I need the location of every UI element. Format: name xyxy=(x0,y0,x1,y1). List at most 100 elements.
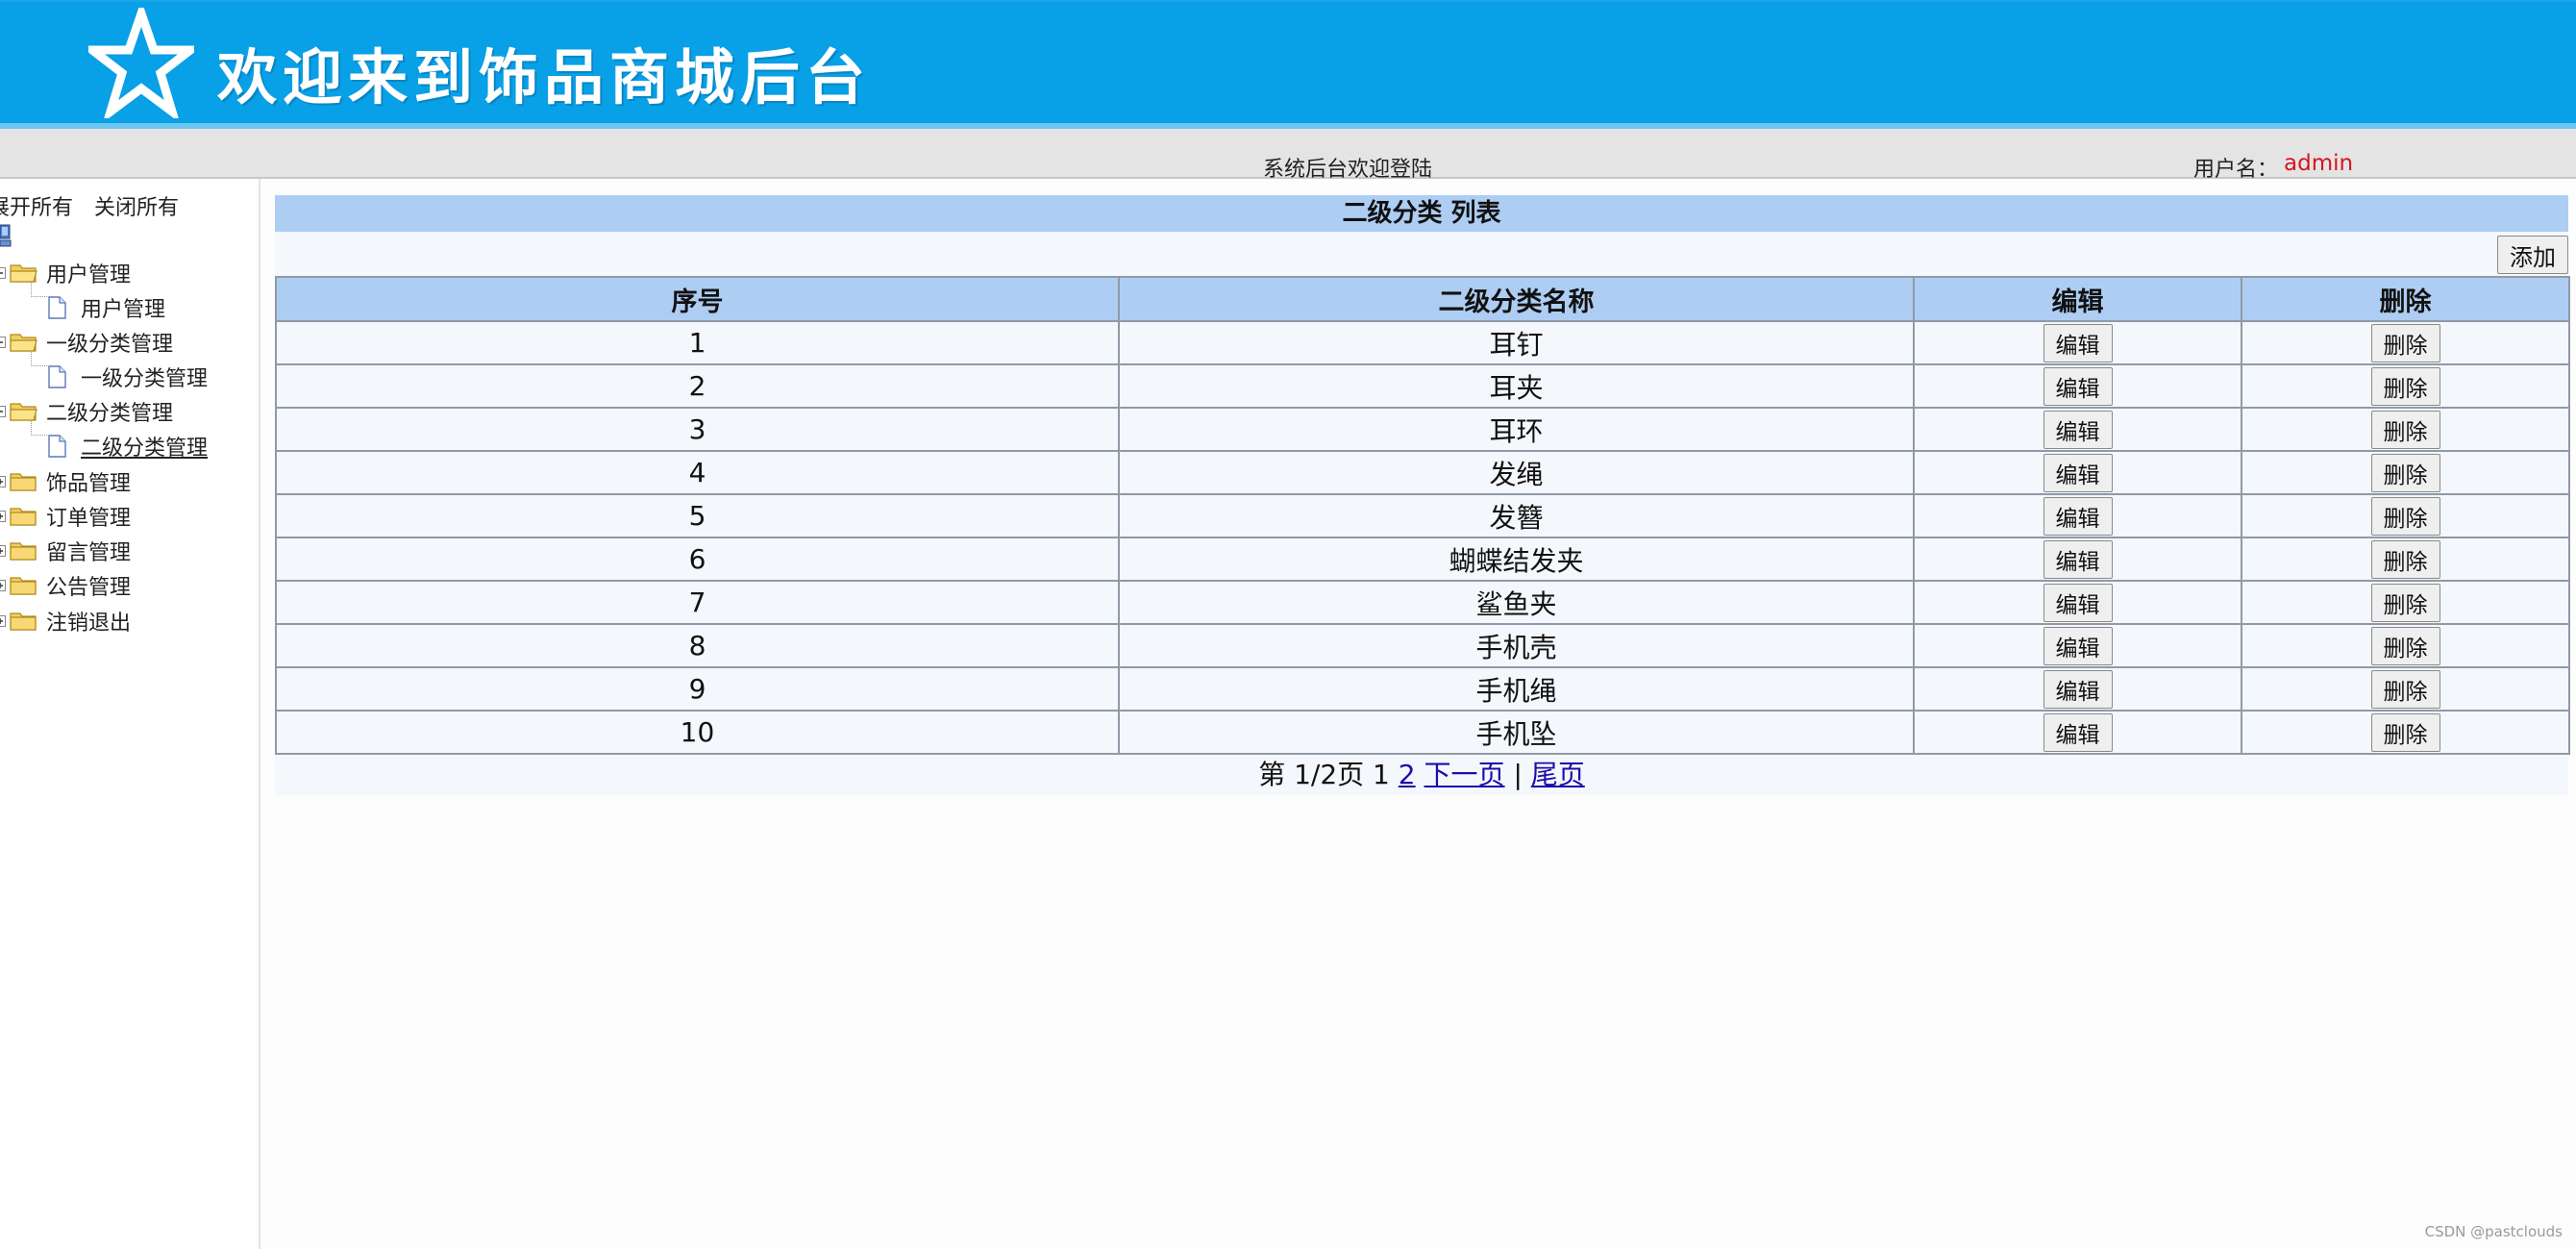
row-index: 10 xyxy=(275,710,1120,755)
add-button[interactable]: 添加 xyxy=(2497,236,2568,274)
edit-button[interactable]: 编辑 xyxy=(2043,453,2113,492)
delete-button[interactable]: 删除 xyxy=(2370,366,2440,406)
row-category-name: 耳钉 xyxy=(1118,320,1915,365)
edit-button[interactable]: 编辑 xyxy=(2043,669,2113,709)
folder-icon xyxy=(10,473,37,491)
page-2-link[interactable]: 2 xyxy=(1399,759,1416,790)
edit-button[interactable]: 编辑 xyxy=(2043,626,2113,665)
folder-icon xyxy=(10,577,37,595)
tree-node-notice-management[interactable]: 公告管理 xyxy=(0,571,131,600)
row-index: 1 xyxy=(275,320,1120,365)
row-category-name: 蝴蝶结发夹 xyxy=(1118,537,1915,582)
column-header-delete: 删除 xyxy=(2241,276,2570,322)
folder-icon xyxy=(10,542,37,561)
delete-button[interactable]: 删除 xyxy=(2370,496,2440,536)
tree-leaf-user-management[interactable]: 用户管理 xyxy=(46,293,165,322)
row-delete-cell: 删除 xyxy=(2241,580,2570,625)
tree-node-label: 注销退出 xyxy=(46,612,132,636)
edit-button[interactable]: 编辑 xyxy=(2043,539,2113,579)
column-header-edit: 编辑 xyxy=(1913,276,2242,322)
row-index: 6 xyxy=(275,537,1120,582)
row-delete-cell: 删除 xyxy=(2241,710,2570,755)
table-row: 10 手机坠 编辑 删除 xyxy=(275,710,2570,755)
table-row: 4 发绳 编辑 删除 xyxy=(275,450,2570,495)
tree-leaf-label: 一级分类管理 xyxy=(81,367,209,391)
expand-all-link[interactable]: 展开所有 xyxy=(0,190,73,221)
delete-button[interactable]: 删除 xyxy=(2370,453,2440,492)
row-index: 5 xyxy=(275,493,1120,538)
table-row: 2 耳夹 编辑 删除 xyxy=(275,363,2570,409)
tree-node-category1-management[interactable]: 一级分类管理 xyxy=(0,328,173,357)
row-category-name: 发簪 xyxy=(1118,493,1915,538)
table-row: 7 鲨鱼夹 编辑 删除 xyxy=(275,580,2570,625)
edit-button[interactable]: 编辑 xyxy=(2043,583,2113,622)
row-delete-cell: 删除 xyxy=(2241,450,2570,495)
tree-connector xyxy=(31,421,47,436)
table-row: 3 耳环 编辑 删除 xyxy=(275,407,2570,452)
collapse-toggle-icon[interactable] xyxy=(0,267,6,279)
star-logo-icon xyxy=(88,8,194,118)
delete-button[interactable]: 删除 xyxy=(2370,669,2440,709)
delete-button[interactable]: 删除 xyxy=(2370,583,2440,622)
row-index: 3 xyxy=(275,407,1120,452)
username-label: 用户名： xyxy=(2193,158,2279,182)
watermark: CSDN @pastclouds xyxy=(2424,1223,2563,1240)
folder-open-icon xyxy=(10,264,37,283)
table-toolbar: 添加 xyxy=(275,232,2568,276)
expand-toggle-icon[interactable] xyxy=(0,580,6,591)
row-edit-cell: 编辑 xyxy=(1913,363,2242,409)
row-delete-cell: 删除 xyxy=(2241,363,2570,409)
column-header-index: 序号 xyxy=(275,276,1120,322)
folder-open-icon xyxy=(10,334,37,352)
edit-button[interactable]: 编辑 xyxy=(2043,410,2113,449)
delete-button[interactable]: 删除 xyxy=(2370,626,2440,665)
expand-toggle-icon[interactable] xyxy=(0,615,6,627)
row-edit-cell: 编辑 xyxy=(1913,623,2242,668)
delete-button[interactable]: 删除 xyxy=(2370,323,2440,362)
last-page-link[interactable]: 尾页 xyxy=(1531,759,1585,790)
row-index: 4 xyxy=(275,450,1120,495)
tree-leaf-label: 二级分类管理 xyxy=(81,437,209,461)
tree-leaf-category2-management[interactable]: 二级分类管理 xyxy=(46,432,208,461)
row-edit-cell: 编辑 xyxy=(1913,580,2242,625)
top-banner: 欢迎来到饰品商城后台 xyxy=(0,0,2576,129)
tree-node-accessory-management[interactable]: 饰品管理 xyxy=(0,467,131,496)
tree-node-logout[interactable]: 注销退出 xyxy=(0,607,131,636)
tree-node-category2-management[interactable]: 二级分类管理 xyxy=(0,397,173,426)
expand-toggle-icon[interactable] xyxy=(0,545,6,557)
collapse-all-link[interactable]: 关闭所有 xyxy=(94,190,179,221)
row-category-name: 手机绳 xyxy=(1118,666,1915,712)
delete-button[interactable]: 删除 xyxy=(2370,712,2440,752)
document-icon xyxy=(48,365,66,388)
collapse-toggle-icon[interactable] xyxy=(0,337,6,348)
category-table: 序号 二级分类名称 编辑 删除 1 耳钉 编辑 删除 2 耳夹 编辑 删除 3 耳环 编辑 删除 4 发绳… xyxy=(275,276,2570,755)
tree-leaf-label: 用户管理 xyxy=(81,298,166,322)
edit-button[interactable]: 编辑 xyxy=(2043,366,2113,406)
next-page-link[interactable]: 下一页 xyxy=(1424,759,1505,790)
tree-node-label: 一级分类管理 xyxy=(46,333,174,357)
delete-button[interactable]: 删除 xyxy=(2370,410,2440,449)
table-row: 6 蝴蝶结发夹 编辑 删除 xyxy=(275,537,2570,582)
row-delete-cell: 删除 xyxy=(2241,493,2570,538)
edit-button[interactable]: 编辑 xyxy=(2043,712,2113,752)
edit-button[interactable]: 编辑 xyxy=(2043,496,2113,536)
row-edit-cell: 编辑 xyxy=(1913,450,2242,495)
table-row: 1 耳钉 编辑 删除 xyxy=(275,320,2570,365)
row-edit-cell: 编辑 xyxy=(1913,320,2242,365)
row-index: 8 xyxy=(275,623,1120,668)
table-row: 8 手机壳 编辑 删除 xyxy=(275,623,2570,668)
tree-connector xyxy=(31,283,47,297)
row-edit-cell: 编辑 xyxy=(1913,710,2242,755)
delete-button[interactable]: 删除 xyxy=(2370,539,2440,579)
tree-node-label: 订单管理 xyxy=(46,507,132,531)
tree-node-user-management[interactable]: 用户管理 xyxy=(0,259,131,287)
edit-button[interactable]: 编辑 xyxy=(2043,323,2113,362)
tree-connector xyxy=(31,352,47,366)
tree-node-order-management[interactable]: 订单管理 xyxy=(0,502,131,531)
tree-leaf-category1-management[interactable]: 一级分类管理 xyxy=(46,362,208,391)
expand-toggle-icon[interactable] xyxy=(0,476,6,487)
collapse-toggle-icon[interactable] xyxy=(0,406,6,417)
row-category-name: 手机壳 xyxy=(1118,623,1915,668)
expand-toggle-icon[interactable] xyxy=(0,511,6,522)
tree-node-message-management[interactable]: 留言管理 xyxy=(0,537,131,565)
